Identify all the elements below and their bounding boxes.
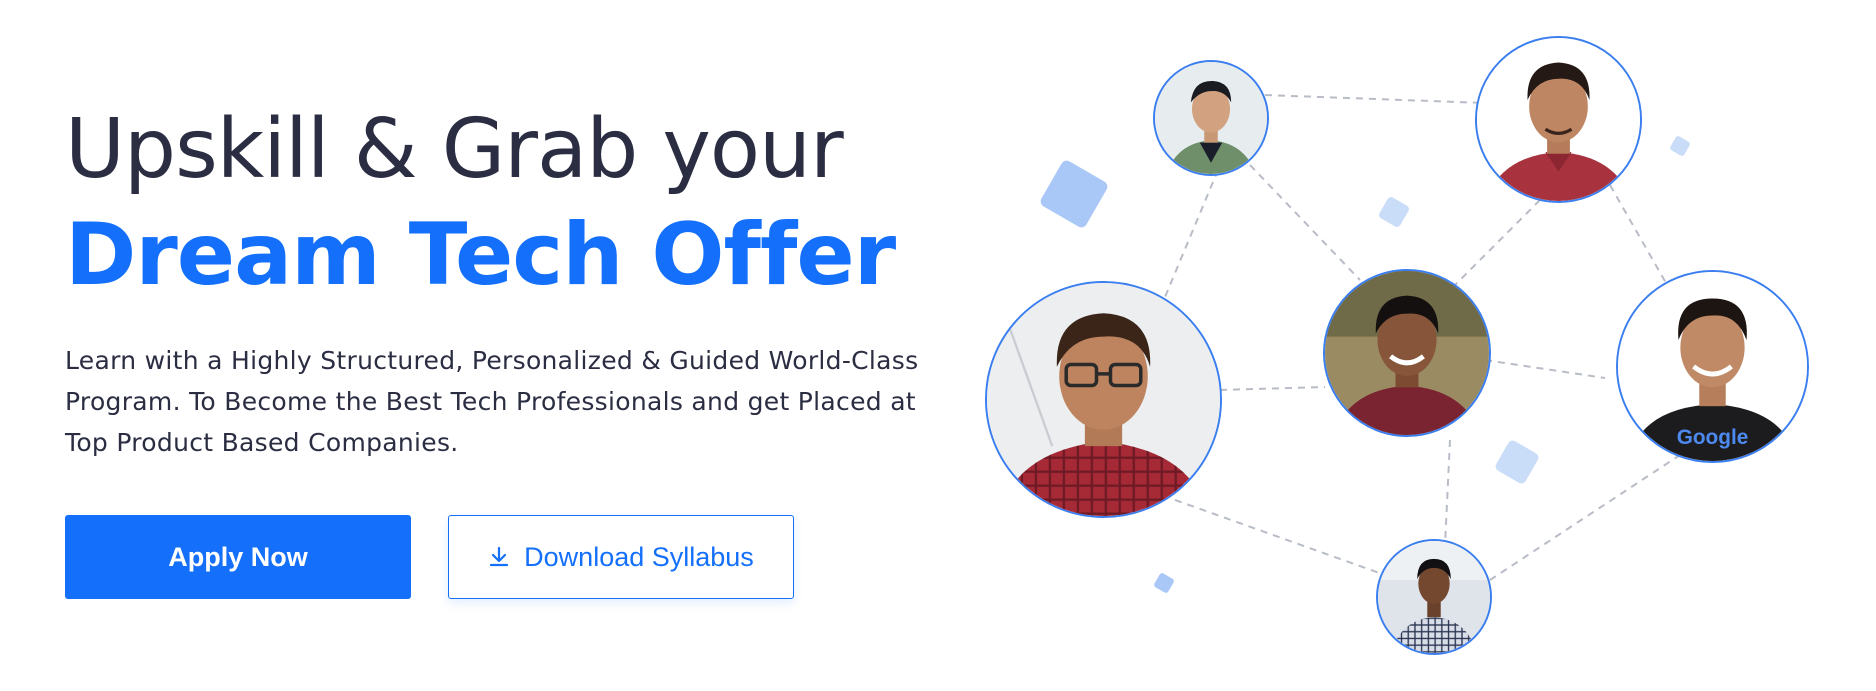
mentor-avatar	[1153, 60, 1269, 176]
headline-line-2: Dream Tech Offer	[65, 205, 896, 305]
mentor-avatar	[1475, 36, 1642, 203]
mentor-avatar	[1376, 539, 1492, 655]
download-syllabus-button[interactable]: Download Syllabus	[448, 515, 794, 599]
hero-section: Upskill & Grab your Dream Tech Offer Lea…	[0, 0, 1876, 691]
apply-now-button[interactable]: Apply Now	[65, 515, 411, 599]
mentor-network-illustration: Google	[960, 0, 1876, 691]
mentor-avatar	[985, 281, 1222, 518]
headline-line-1: Upskill & Grab your	[65, 102, 844, 197]
download-icon	[488, 546, 510, 568]
cta-buttons: Apply Now Download Syllabus	[65, 515, 945, 599]
mentor-avatar	[1323, 269, 1491, 437]
hero-text-block: Upskill & Grab your Dream Tech Offer Lea…	[65, 100, 945, 599]
shirt-logo-text: Google	[1677, 426, 1749, 449]
mentor-avatar: Google	[1616, 270, 1809, 463]
download-syllabus-label: Download Syllabus	[524, 541, 754, 572]
hero-description: Learn with a Highly Structured, Personal…	[65, 346, 919, 457]
